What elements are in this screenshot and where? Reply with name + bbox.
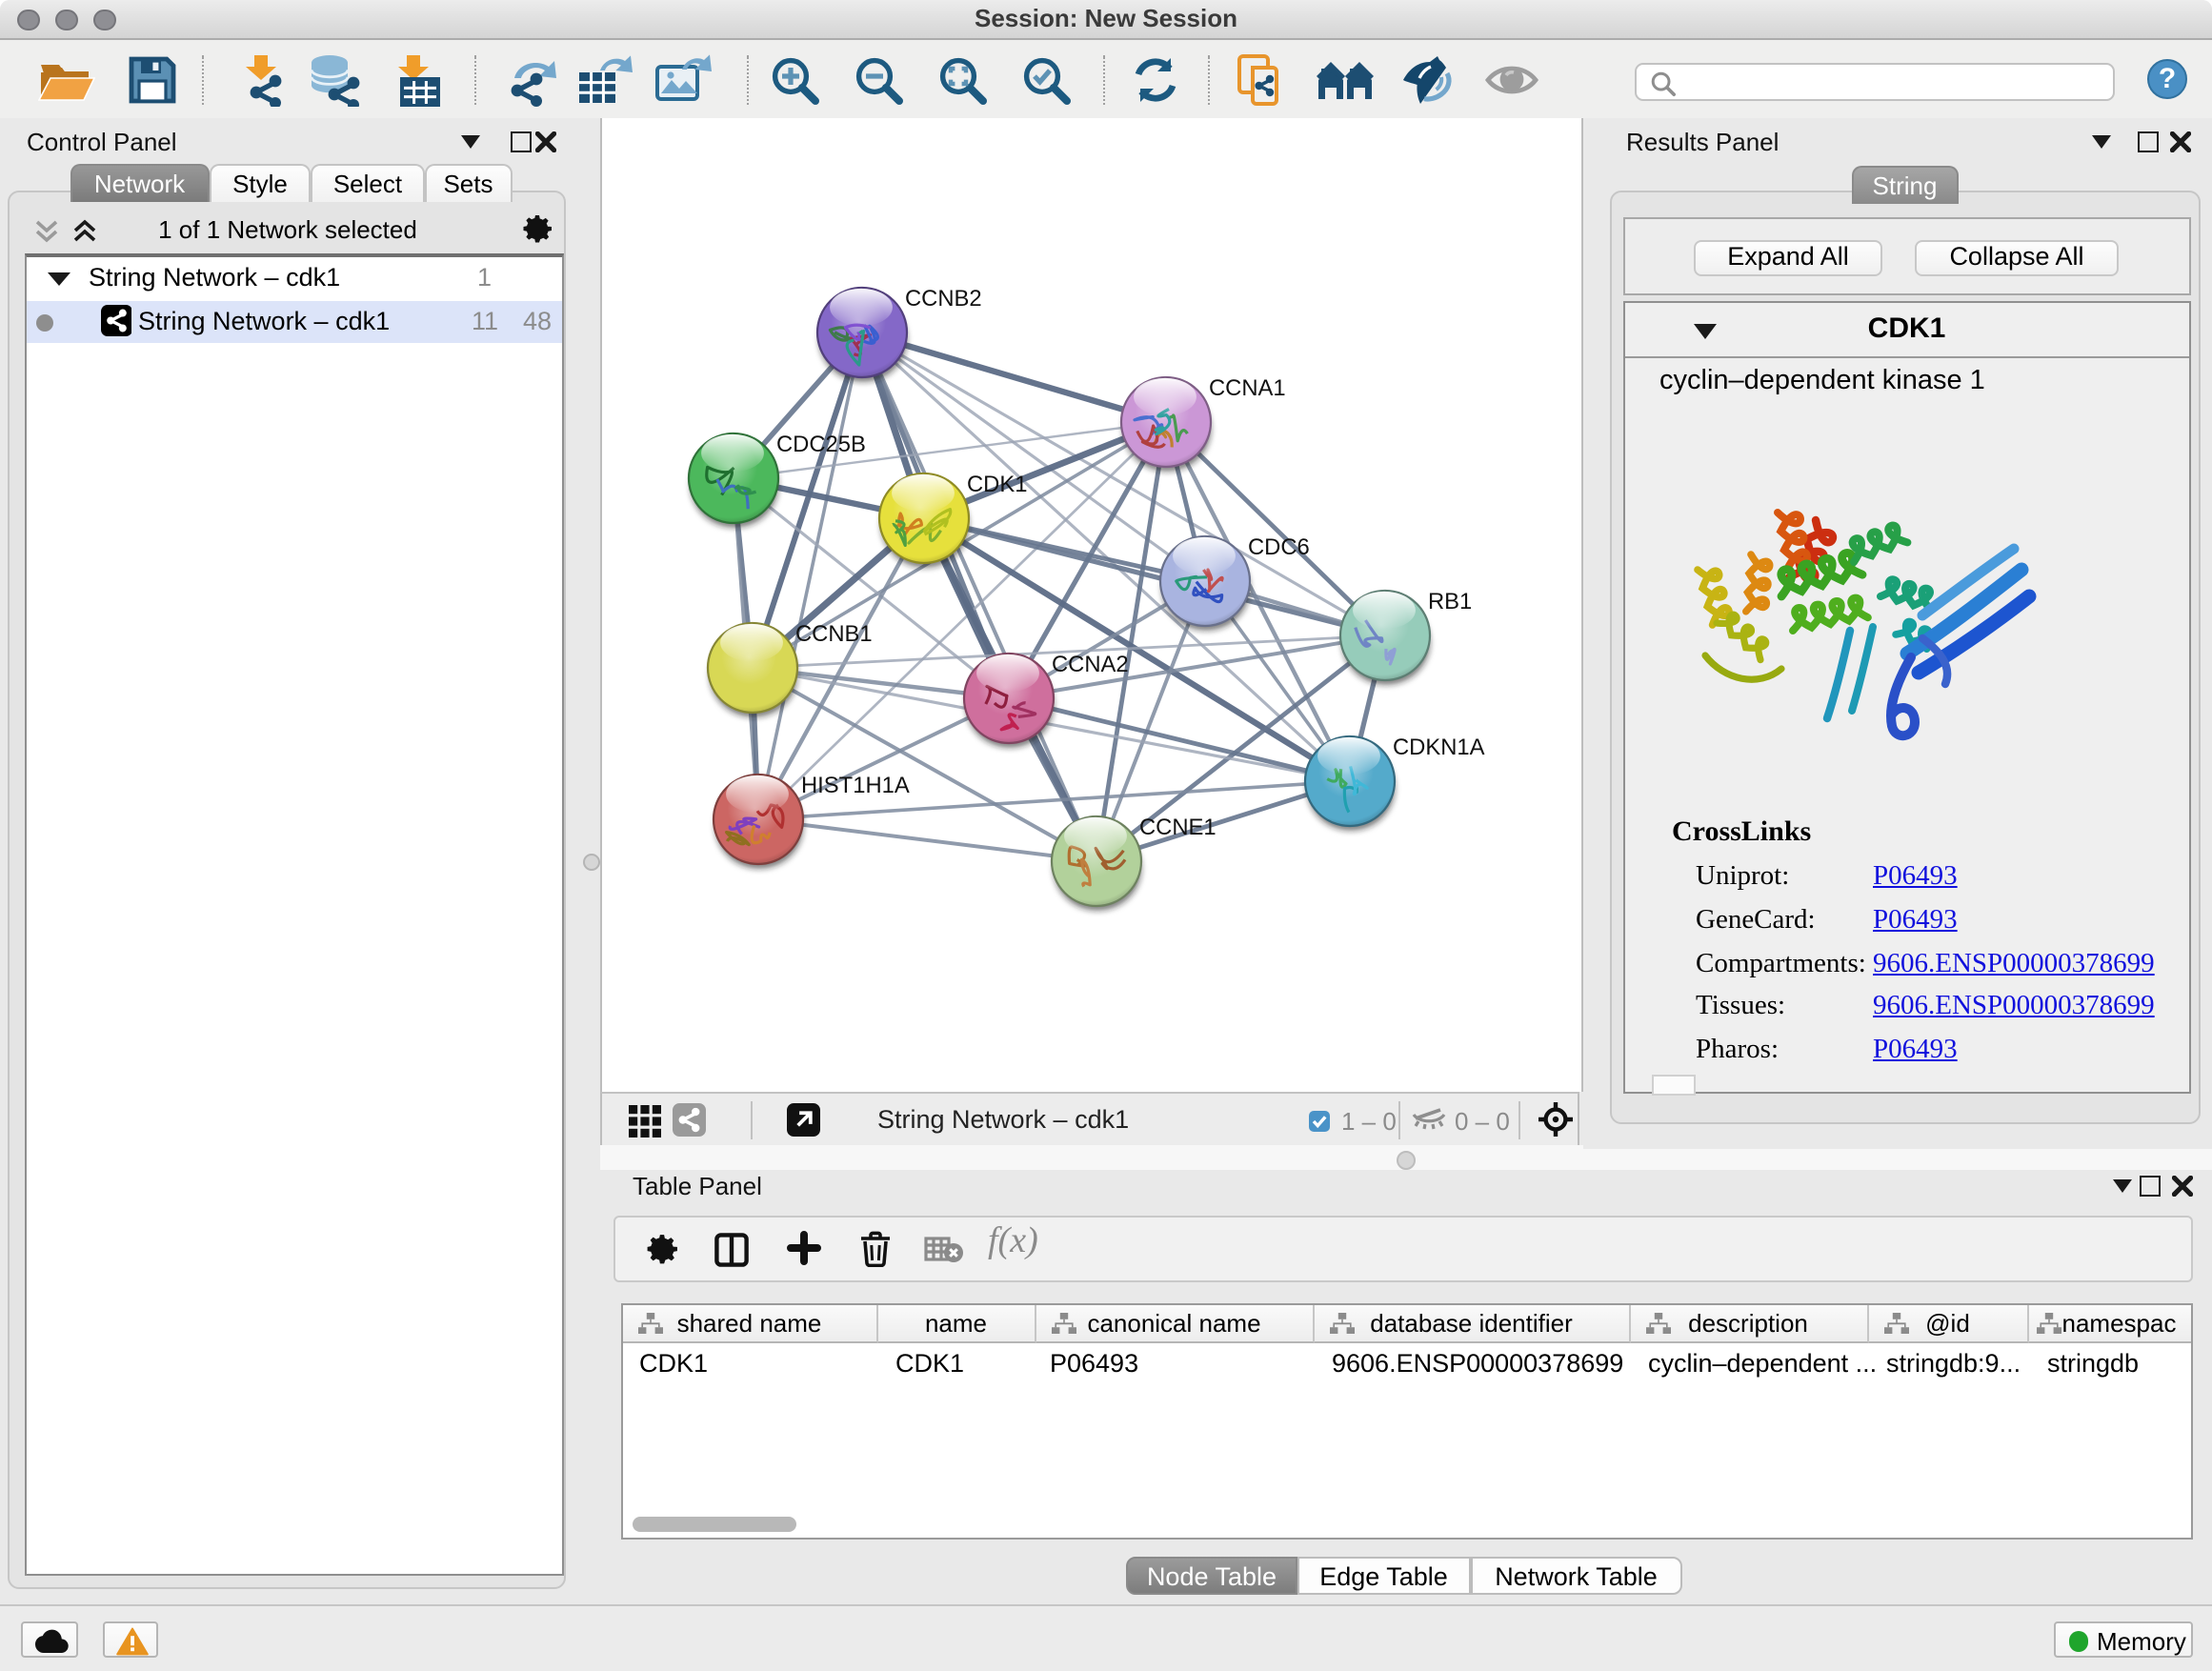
svg-text:HIST1H1A: HIST1H1A <box>801 773 910 798</box>
svg-text:CCNA2: CCNA2 <box>1052 652 1129 677</box>
svg-text:CCNE1: CCNE1 <box>1139 815 1217 840</box>
svg-text:CDK1: CDK1 <box>967 472 1027 497</box>
svg-text:CDKN1A: CDKN1A <box>1393 735 1485 760</box>
svg-text:CDC25B: CDC25B <box>776 432 866 457</box>
svg-text:CCNA1: CCNA1 <box>1209 375 1286 401</box>
svg-text:CCNB1: CCNB1 <box>795 621 873 647</box>
svg-text:RB1: RB1 <box>1428 589 1472 614</box>
svg-text:CDC6: CDC6 <box>1248 534 1310 560</box>
svg-text:CCNB2: CCNB2 <box>905 286 982 312</box>
